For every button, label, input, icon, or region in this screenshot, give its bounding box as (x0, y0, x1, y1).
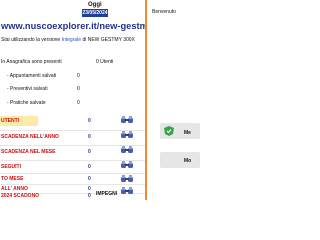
version-suffix: di NEW GESTMY 300X (82, 37, 135, 43)
app-window: Oggi 23/05/2024 Benvenuto www.nuscoexplo… (0, 0, 200, 200)
row-count-scadenza-anno: 0 (88, 134, 91, 140)
stat-pratiche-value: 0 (77, 100, 80, 106)
stat-preventivi-value: 0 (77, 86, 80, 92)
welcome-label: Benvenuto (152, 9, 176, 15)
row-count-scadenza-mese: 0 (88, 149, 91, 155)
right-action-label-2: Mo (184, 158, 192, 164)
today-date: 23/05/2024 (82, 9, 108, 17)
row-count-utenti: 0 (88, 118, 91, 124)
anagrafica-count-value: 0 (96, 59, 99, 65)
stat-preventivi-label: - Preventivi salvati (7, 86, 48, 92)
impegni-label: IMPEGNI (96, 191, 118, 197)
row-label-scadenza-mese: SCADENZA NEL MESE (1, 149, 56, 155)
row-count-to-mese: 0 (88, 176, 91, 182)
version-info: Stai utilizzando la versione Integrale d… (1, 37, 135, 43)
row-label-scadenza-anno: SCADENZA NELL'ANNO (1, 134, 59, 140)
binoculars-icon[interactable] (120, 130, 134, 139)
row-divider (0, 184, 145, 185)
stat-appuntamenti-label: - Appuntamenti salvati (7, 73, 57, 79)
column-divider (145, 0, 147, 200)
right-action-card-2[interactable] (160, 152, 200, 168)
row-label-all-anno: ALL' ANNO (1, 186, 28, 192)
anagrafica-count: 0 Utenti (96, 59, 113, 65)
version-link[interactable]: Integrale (62, 37, 81, 43)
binoculars-icon[interactable] (120, 160, 134, 169)
stat-appuntamenti-value: 0 (77, 73, 80, 79)
version-prefix: Stai utilizzando la versione (1, 37, 61, 43)
binoculars-icon[interactable] (120, 145, 134, 154)
row-label-utenti: UTENTI (1, 118, 20, 124)
shield-icon (164, 126, 174, 136)
today-label: Oggi (88, 2, 102, 8)
binoculars-icon[interactable] (120, 186, 134, 195)
url-watermark: www.nuscoexplorer.it/new-gestmy-300x-per… (1, 21, 145, 31)
row-label-to-mese: TO MESE (1, 176, 24, 182)
row-count-all-anno: 0 (88, 186, 91, 192)
anagrafica-label: In Anagrafica sono presenti (1, 59, 62, 65)
binoculars-icon[interactable] (120, 115, 134, 124)
stat-pratiche-label: - Pratiche salvate (7, 100, 46, 106)
binoculars-icon[interactable] (120, 174, 134, 183)
anagrafica-count-unit: Utenti (100, 59, 114, 65)
right-action-label-1: Me (184, 130, 191, 136)
row-label-seguiti: SEGUITI (1, 164, 22, 170)
row-label-2024-scadono: 2024 SCADONO (1, 193, 40, 199)
row-count-2024-scadono: 0 (88, 193, 91, 199)
row-count-seguiti: 0 (88, 164, 91, 170)
